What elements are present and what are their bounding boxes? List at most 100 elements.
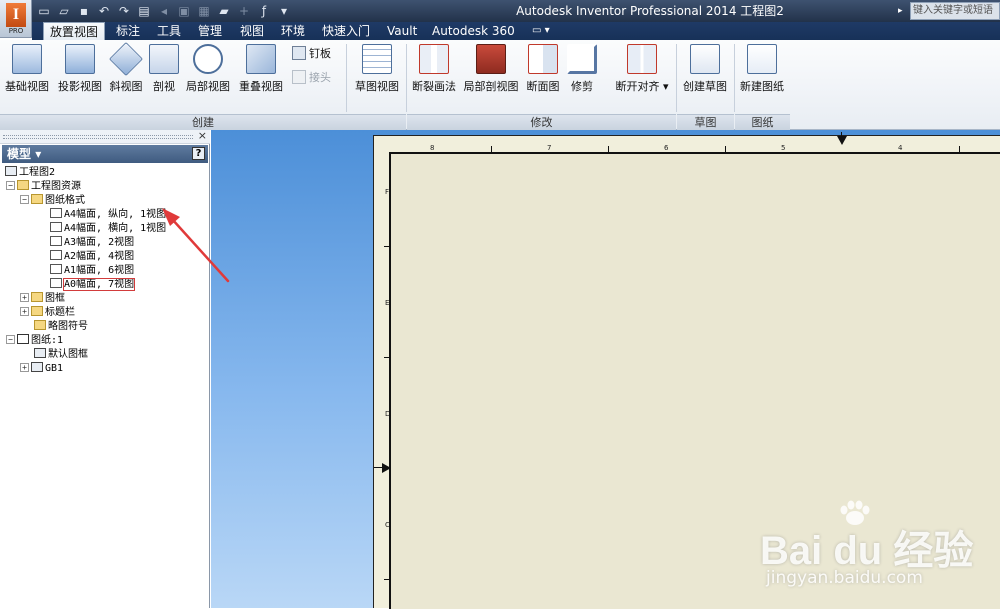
tab-get-started[interactable]: 快速入门 xyxy=(322,22,370,40)
slice-button[interactable]: 断面图 xyxy=(524,44,562,94)
tab-place-views[interactable]: 放置视图 xyxy=(43,22,106,40)
panel-label-modify[interactable]: 修改 xyxy=(407,114,676,130)
slice-icon xyxy=(528,44,558,74)
tree-node-sketched-symbols[interactable]: 略图符号 xyxy=(34,320,88,333)
folder-icon xyxy=(17,180,29,190)
tree-node-format[interactable]: A3幅面, 2视图 xyxy=(50,236,134,249)
update-icon[interactable]: ▦ xyxy=(196,3,212,19)
sheet-format-icon xyxy=(50,278,62,288)
tree-node-borders[interactable]: + 图框 xyxy=(20,292,65,305)
overlay-view-label: 重叠视图 xyxy=(239,80,283,93)
break-out-label: 局部剖视图 xyxy=(463,80,519,93)
folder-icon xyxy=(31,194,43,204)
browser-header[interactable]: 模型 ▾ ? xyxy=(2,145,208,163)
title-block-icon xyxy=(31,362,43,372)
tab-vault[interactable]: Vault xyxy=(387,22,417,40)
create-sketch-button[interactable]: 创建草图 xyxy=(680,44,730,94)
overlay-view-button[interactable]: 重叠视图 xyxy=(236,44,286,94)
panel-divider xyxy=(406,44,407,112)
tree-node-title-blocks[interactable]: + 标题栏 xyxy=(20,306,75,319)
break-out-icon xyxy=(476,44,506,74)
detail-view-button[interactable]: 局部视图 xyxy=(184,44,232,94)
fx-icon[interactable]: ƒ xyxy=(256,3,272,19)
break-out-button[interactable]: 局部剖视图 xyxy=(462,44,520,94)
open-icon[interactable]: ▱ xyxy=(56,3,72,19)
section-view-label: 剖视 xyxy=(153,80,175,93)
print-icon[interactable]: ▤ xyxy=(136,3,152,19)
sketch-view-label: 草图视图 xyxy=(355,80,399,93)
tab-environments[interactable]: 环境 xyxy=(281,22,305,40)
ribbon: 基础视图 投影视图 斜视图 剖视 局部视图 重叠视图 钉板 接头 草图视图 断裂… xyxy=(0,40,1000,130)
ribbon-display-icon[interactable]: ▭ ▾ xyxy=(532,22,550,40)
tab-autodesk-360[interactable]: Autodesk 360 xyxy=(432,22,515,40)
application-menu-button[interactable]: I PRO xyxy=(0,0,32,38)
annotation-arrow xyxy=(162,208,230,283)
title-bar: ▭ ▱ ▪ ↶ ↷ ▤ ◂ ▣ ▦ ▰ + ƒ ▾ Autodesk Inven… xyxy=(0,0,1000,22)
customize-icon[interactable]: ▾ xyxy=(276,3,292,19)
tree-node-sheet[interactable]: − 图纸:1 xyxy=(6,334,63,347)
panel-label-create[interactable]: 创建 xyxy=(0,114,406,130)
new-icon[interactable]: ▭ xyxy=(36,3,52,19)
tree-node-format-selected[interactable]: A0幅面, 7视图 xyxy=(50,278,136,291)
close-icon[interactable]: × xyxy=(198,129,207,142)
tree-node-format[interactable]: A4幅面, 横向, 1视图 xyxy=(50,222,166,235)
sheet-format-icon xyxy=(50,208,62,218)
break-alignment-button[interactable]: 断开对齐 ▾ xyxy=(614,44,670,94)
projected-view-button[interactable]: 投影视图 xyxy=(56,44,104,94)
expand-icon[interactable]: + xyxy=(20,293,29,302)
new-sheet-button[interactable]: 新建图纸 xyxy=(737,44,787,94)
plus-icon[interactable]: + xyxy=(236,3,252,19)
tab-tools[interactable]: 工具 xyxy=(157,22,181,40)
expand-icon[interactable]: ▸ xyxy=(898,2,908,20)
panel-label-sheet[interactable]: 图纸 xyxy=(735,114,790,130)
panel-label-sketch[interactable]: 草图 xyxy=(677,114,734,130)
collapse-icon[interactable]: − xyxy=(6,181,15,190)
window-title: Autodesk Inventor Professional 2014 工程图2 xyxy=(516,4,784,18)
drawing-icon xyxy=(5,166,17,176)
center-mark-left-line xyxy=(374,467,384,468)
section-view-button[interactable]: 剖视 xyxy=(148,44,180,94)
browser-grip[interactable]: × xyxy=(0,129,210,144)
section-view-icon xyxy=(149,44,179,74)
annotation-arrow-line xyxy=(170,217,230,283)
browser-title: 模型 xyxy=(7,147,32,161)
undo-icon[interactable]: ↶ xyxy=(96,3,112,19)
connector-button[interactable]: 接头 xyxy=(292,70,331,86)
sketch-view-button[interactable]: 草图视图 xyxy=(350,44,404,94)
home-icon[interactable]: ◂ xyxy=(156,3,172,19)
base-view-button[interactable]: 基础视图 xyxy=(4,44,50,94)
tree-node-format[interactable]: A1幅面, 6视图 xyxy=(50,264,134,277)
nailboard-button[interactable]: 钉板 xyxy=(292,46,331,62)
crop-button[interactable]: 修剪 xyxy=(566,44,598,94)
nailboard-label: 钉板 xyxy=(309,47,331,60)
break-button[interactable]: 断裂画法 xyxy=(410,44,458,94)
tree-node-default-border[interactable]: 默认图框 xyxy=(34,348,88,361)
break-alignment-label: 断开对齐 xyxy=(615,80,660,93)
redo-icon[interactable]: ↷ xyxy=(116,3,132,19)
tree-node-sheet-formats[interactable]: − 图纸格式 xyxy=(20,194,85,207)
collapse-icon[interactable]: − xyxy=(20,195,29,204)
expand-icon[interactable]: + xyxy=(20,307,29,316)
tree-node-drawing[interactable]: 工程图2 xyxy=(5,166,55,179)
help-search-input[interactable]: 键入关键字或短语 xyxy=(910,2,1000,20)
help-icon[interactable]: ? xyxy=(192,147,205,160)
collapse-icon[interactable]: − xyxy=(6,335,15,344)
expand-icon[interactable]: + xyxy=(20,363,29,372)
overlay-view-icon xyxy=(246,44,276,74)
tree-node-format[interactable]: A2幅面, 4视图 xyxy=(50,250,134,263)
tab-view[interactable]: 视图 xyxy=(240,22,264,40)
tab-manage[interactable]: 管理 xyxy=(198,22,222,40)
panel-divider xyxy=(734,44,735,112)
save-icon[interactable]: ▪ xyxy=(76,3,92,19)
tree-node-format[interactable]: A4幅面, 纵向, 1视图 xyxy=(50,208,166,221)
auxiliary-view-button[interactable]: 斜视图 xyxy=(108,42,144,94)
tree-node-title-block[interactable]: + GB1 xyxy=(20,362,63,375)
quick-access-toolbar: ▭ ▱ ▪ ↶ ↷ ▤ ◂ ▣ ▦ ▰ + ƒ ▾ xyxy=(36,3,292,19)
new-sheet-icon xyxy=(747,44,777,74)
border-icon xyxy=(34,348,46,358)
tree-node-drawing-resources[interactable]: − 工程图资源 xyxy=(6,180,81,193)
tab-annotate[interactable]: 标注 xyxy=(116,22,140,40)
return-icon[interactable]: ▰ xyxy=(216,3,232,19)
select-icon[interactable]: ▣ xyxy=(176,3,192,19)
zone-col-label: 6 xyxy=(664,144,669,152)
